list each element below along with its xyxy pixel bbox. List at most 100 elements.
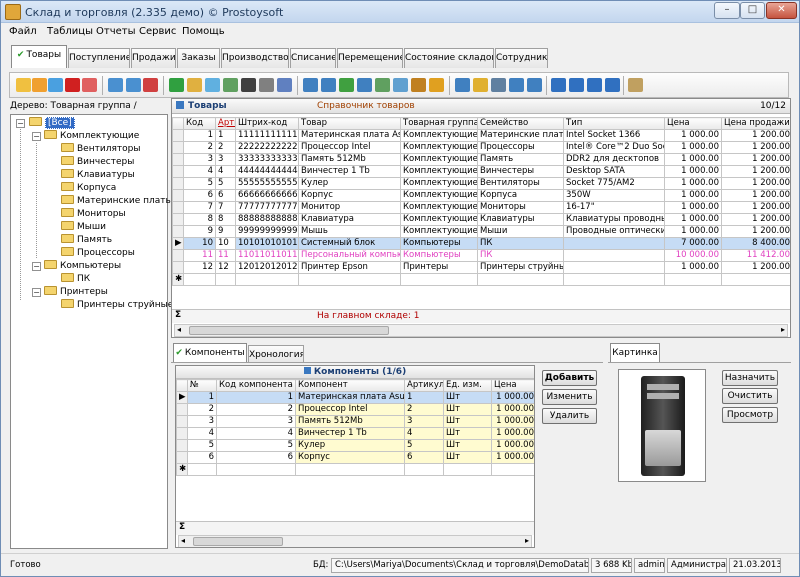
minimize-button[interactable]: –: [714, 2, 740, 19]
row-indicator[interactable]: [172, 213, 184, 226]
tab-orders[interactable]: Заказы: [177, 48, 220, 68]
collapse-toggle[interactable]: −: [16, 119, 25, 128]
table-cell[interactable]: 6: [187, 451, 217, 464]
table-row[interactable]: 555555555555555КулерКомплектующиеВентиля…: [172, 177, 790, 190]
table-cell[interactable]: 4: [216, 427, 296, 440]
table-cell[interactable]: 2: [215, 141, 236, 154]
print-icon[interactable]: [259, 78, 274, 92]
row-indicator[interactable]: [176, 439, 188, 452]
table-cell[interactable]: Кулер: [298, 177, 401, 190]
new-row[interactable]: ✱: [176, 463, 534, 476]
table-cell[interactable]: 1: [216, 391, 296, 404]
table-cell[interactable]: 10 000.00: [664, 249, 722, 262]
tab-sales[interactable]: Продажи: [131, 48, 176, 68]
table-cell[interactable]: Принтер Epson: [298, 261, 401, 274]
row-indicator[interactable]: [172, 225, 184, 238]
menu-file[interactable]: Файл: [9, 26, 37, 37]
table-cell[interactable]: Мониторы: [477, 201, 564, 214]
col-product[interactable]: Товар: [298, 117, 401, 130]
components-hscroll[interactable]: ◂ ▸: [178, 535, 532, 547]
table-cell[interactable]: 1: [404, 391, 444, 404]
table-cell[interactable]: 1 000.00: [664, 129, 722, 142]
table-row[interactable]: ▶ 1 1 Материнская плата Asus 1 Шт 1 000.00: [176, 391, 534, 404]
table-cell[interactable]: Клавиатуры проводные: [563, 213, 665, 226]
col-sale-price[interactable]: Цена продажи: [721, 117, 790, 130]
table-cell[interactable]: Материнская плата Asus: [298, 129, 401, 142]
delete-component-button[interactable]: Удалить: [542, 408, 597, 424]
table-cell[interactable]: 1: [215, 129, 236, 142]
table-cell[interactable]: 5: [216, 439, 296, 452]
table-cell[interactable]: Мышь: [298, 225, 401, 238]
table-cell[interactable]: [235, 273, 299, 286]
table-cell[interactable]: [400, 273, 478, 286]
table-cell[interactable]: 1 000.00: [664, 141, 722, 154]
table-cell[interactable]: Шт: [443, 439, 492, 452]
chart-icon[interactable]: [393, 78, 408, 92]
tab-stock-state[interactable]: Состояние складов: [404, 48, 494, 68]
table-cell[interactable]: [664, 273, 722, 286]
table-cell[interactable]: ПК: [477, 249, 564, 262]
col-group[interactable]: Товарная группа: [400, 117, 478, 130]
tab-picture[interactable]: Картинка: [610, 343, 660, 363]
scroll-thumb[interactable]: [189, 326, 389, 335]
col-article[interactable]: Артикул: [215, 117, 236, 130]
table-cell[interactable]: Комплектующие: [400, 225, 478, 238]
table-row[interactable]: 2 2 Процессор Intel 2 Шт 1 000.00: [176, 403, 534, 416]
note-icon[interactable]: [473, 78, 488, 92]
row-indicator[interactable]: [176, 415, 188, 428]
table-cell[interactable]: 2: [187, 403, 217, 416]
table-cell[interactable]: 1 200.00: [721, 165, 790, 178]
table-cell[interactable]: Шт: [443, 427, 492, 440]
table-cell[interactable]: 1 000.00: [491, 427, 534, 440]
view-picture-button[interactable]: Просмотр: [722, 407, 778, 423]
new-row-icon[interactable]: ✱: [172, 273, 184, 286]
tab-transfer[interactable]: Перемещение: [337, 48, 403, 68]
table-cell[interactable]: [404, 463, 444, 476]
table-row[interactable]: 3 3 Память 512Mb 3 Шт 1 000.00: [176, 415, 534, 428]
table-cell[interactable]: Системный блок: [298, 237, 401, 250]
table-cell[interactable]: 2: [183, 141, 216, 154]
table-cell[interactable]: 1 000.00: [491, 451, 534, 464]
table-cell[interactable]: Мыши: [477, 225, 564, 238]
table-cell[interactable]: Комплектующие: [400, 141, 478, 154]
table-cell[interactable]: [183, 273, 216, 286]
table-cell[interactable]: 8888888888888: [235, 213, 299, 226]
table-row[interactable]: ▶10101010101010101Системный блокКомпьюте…: [172, 237, 790, 250]
clear-picture-button[interactable]: Очистить: [722, 388, 778, 404]
table-cell[interactable]: 1 000.00: [664, 201, 722, 214]
table-cell[interactable]: [215, 273, 236, 286]
table-cell[interactable]: [563, 261, 665, 274]
table-row[interactable]: 888888888888888КлавиатураКомплектующиеКл…: [172, 213, 790, 226]
table-cell[interactable]: 1 000.00: [664, 177, 722, 190]
table-cell[interactable]: 1010101010101: [235, 237, 299, 250]
table-cell[interactable]: Винчестер 1 Tb: [295, 427, 405, 440]
table-cell[interactable]: 3: [215, 153, 236, 166]
tree-node-hdd[interactable]: Винчестеры: [61, 156, 134, 168]
tree-node-printers[interactable]: Принтеры: [44, 286, 108, 298]
move-icon[interactable]: [187, 78, 202, 92]
table-cell[interactable]: Корпуса: [477, 189, 564, 202]
table-cell[interactable]: [477, 273, 564, 286]
table-cell[interactable]: 1101101101101: [235, 249, 299, 262]
tab-history[interactable]: Хронология: [248, 345, 304, 363]
table-cell[interactable]: 8 400.00: [721, 237, 790, 250]
table-cell[interactable]: 4: [215, 165, 236, 178]
table-cell[interactable]: 1201201201201: [235, 261, 299, 274]
delete-all-icon[interactable]: [82, 78, 97, 92]
table-cell[interactable]: Материнские платы: [477, 129, 564, 142]
table-cell[interactable]: 6: [404, 451, 444, 464]
table-row[interactable]: 222222222222222Процессор IntelКомплектую…: [172, 141, 790, 154]
table-cell[interactable]: 7 000.00: [664, 237, 722, 250]
table-cell[interactable]: 9999999999999: [235, 225, 299, 238]
table-cell[interactable]: 11 412.00: [721, 249, 790, 262]
new-row[interactable]: ✱: [172, 273, 790, 286]
table-cell[interactable]: Память 512Mb: [298, 153, 401, 166]
table-cell[interactable]: Комплектующие: [400, 177, 478, 190]
table-cell[interactable]: Винчестеры: [477, 165, 564, 178]
table-cell[interactable]: 1 200.00: [721, 261, 790, 274]
table-cell[interactable]: 1 200.00: [721, 225, 790, 238]
maximize-button[interactable]: □: [740, 2, 765, 19]
table-cell[interactable]: 5: [183, 177, 216, 190]
table-cell[interactable]: 9: [215, 225, 236, 238]
table-cell[interactable]: Комплектующие: [400, 165, 478, 178]
